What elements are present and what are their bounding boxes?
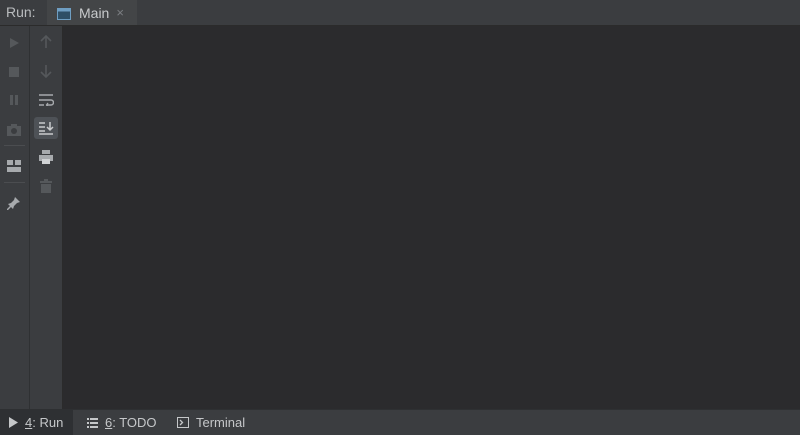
tab-main-title: Main <box>79 4 110 21</box>
stop-icon[interactable] <box>2 61 26 83</box>
todo-label-text: : TODO <box>112 415 157 430</box>
terminal-icon <box>177 417 189 428</box>
pause-icon[interactable] <box>2 89 26 111</box>
tab-main[interactable]: Main × <box>47 0 137 25</box>
run-label: Run: <box>6 4 36 20</box>
soft-wrap-icon[interactable] <box>34 89 58 111</box>
camera-icon[interactable] <box>2 119 26 141</box>
up-arrow-icon[interactable] <box>34 31 58 53</box>
run-config-icon <box>57 7 71 20</box>
trash-icon[interactable] <box>34 175 58 197</box>
run-controls-toolbar <box>0 26 30 409</box>
terminal-label-text: Terminal <box>196 415 246 430</box>
run-label-text: : Run <box>32 415 64 430</box>
print-icon[interactable] <box>34 146 58 168</box>
todo-shortcut-number: 6 <box>105 415 113 430</box>
list-icon <box>87 417 98 428</box>
toolbar-divider <box>4 145 25 146</box>
tool-window-terminal[interactable]: Terminal <box>177 410 245 435</box>
scroll-to-end-icon[interactable] <box>34 117 58 139</box>
rerun-icon[interactable] <box>2 32 26 54</box>
run-icon <box>8 417 18 428</box>
tool-window-run[interactable]: 4: Run <box>0 410 74 435</box>
down-arrow-icon[interactable] <box>34 60 58 82</box>
tab-close-icon[interactable]: × <box>116 5 124 20</box>
toolbar-divider <box>4 182 25 183</box>
tool-window-todo[interactable]: 6: TODO <box>87 410 157 435</box>
tool-window-bar: 4: Run 6: TODO Terminal <box>0 409 800 435</box>
pin-icon[interactable] <box>2 192 26 214</box>
console-output[interactable] <box>63 26 800 409</box>
layout-icon[interactable] <box>2 155 26 177</box>
console-actions-toolbar <box>30 26 63 409</box>
run-tool-window-header: Run: Main × <box>0 0 800 26</box>
run-shortcut-number: 4 <box>25 415 33 430</box>
